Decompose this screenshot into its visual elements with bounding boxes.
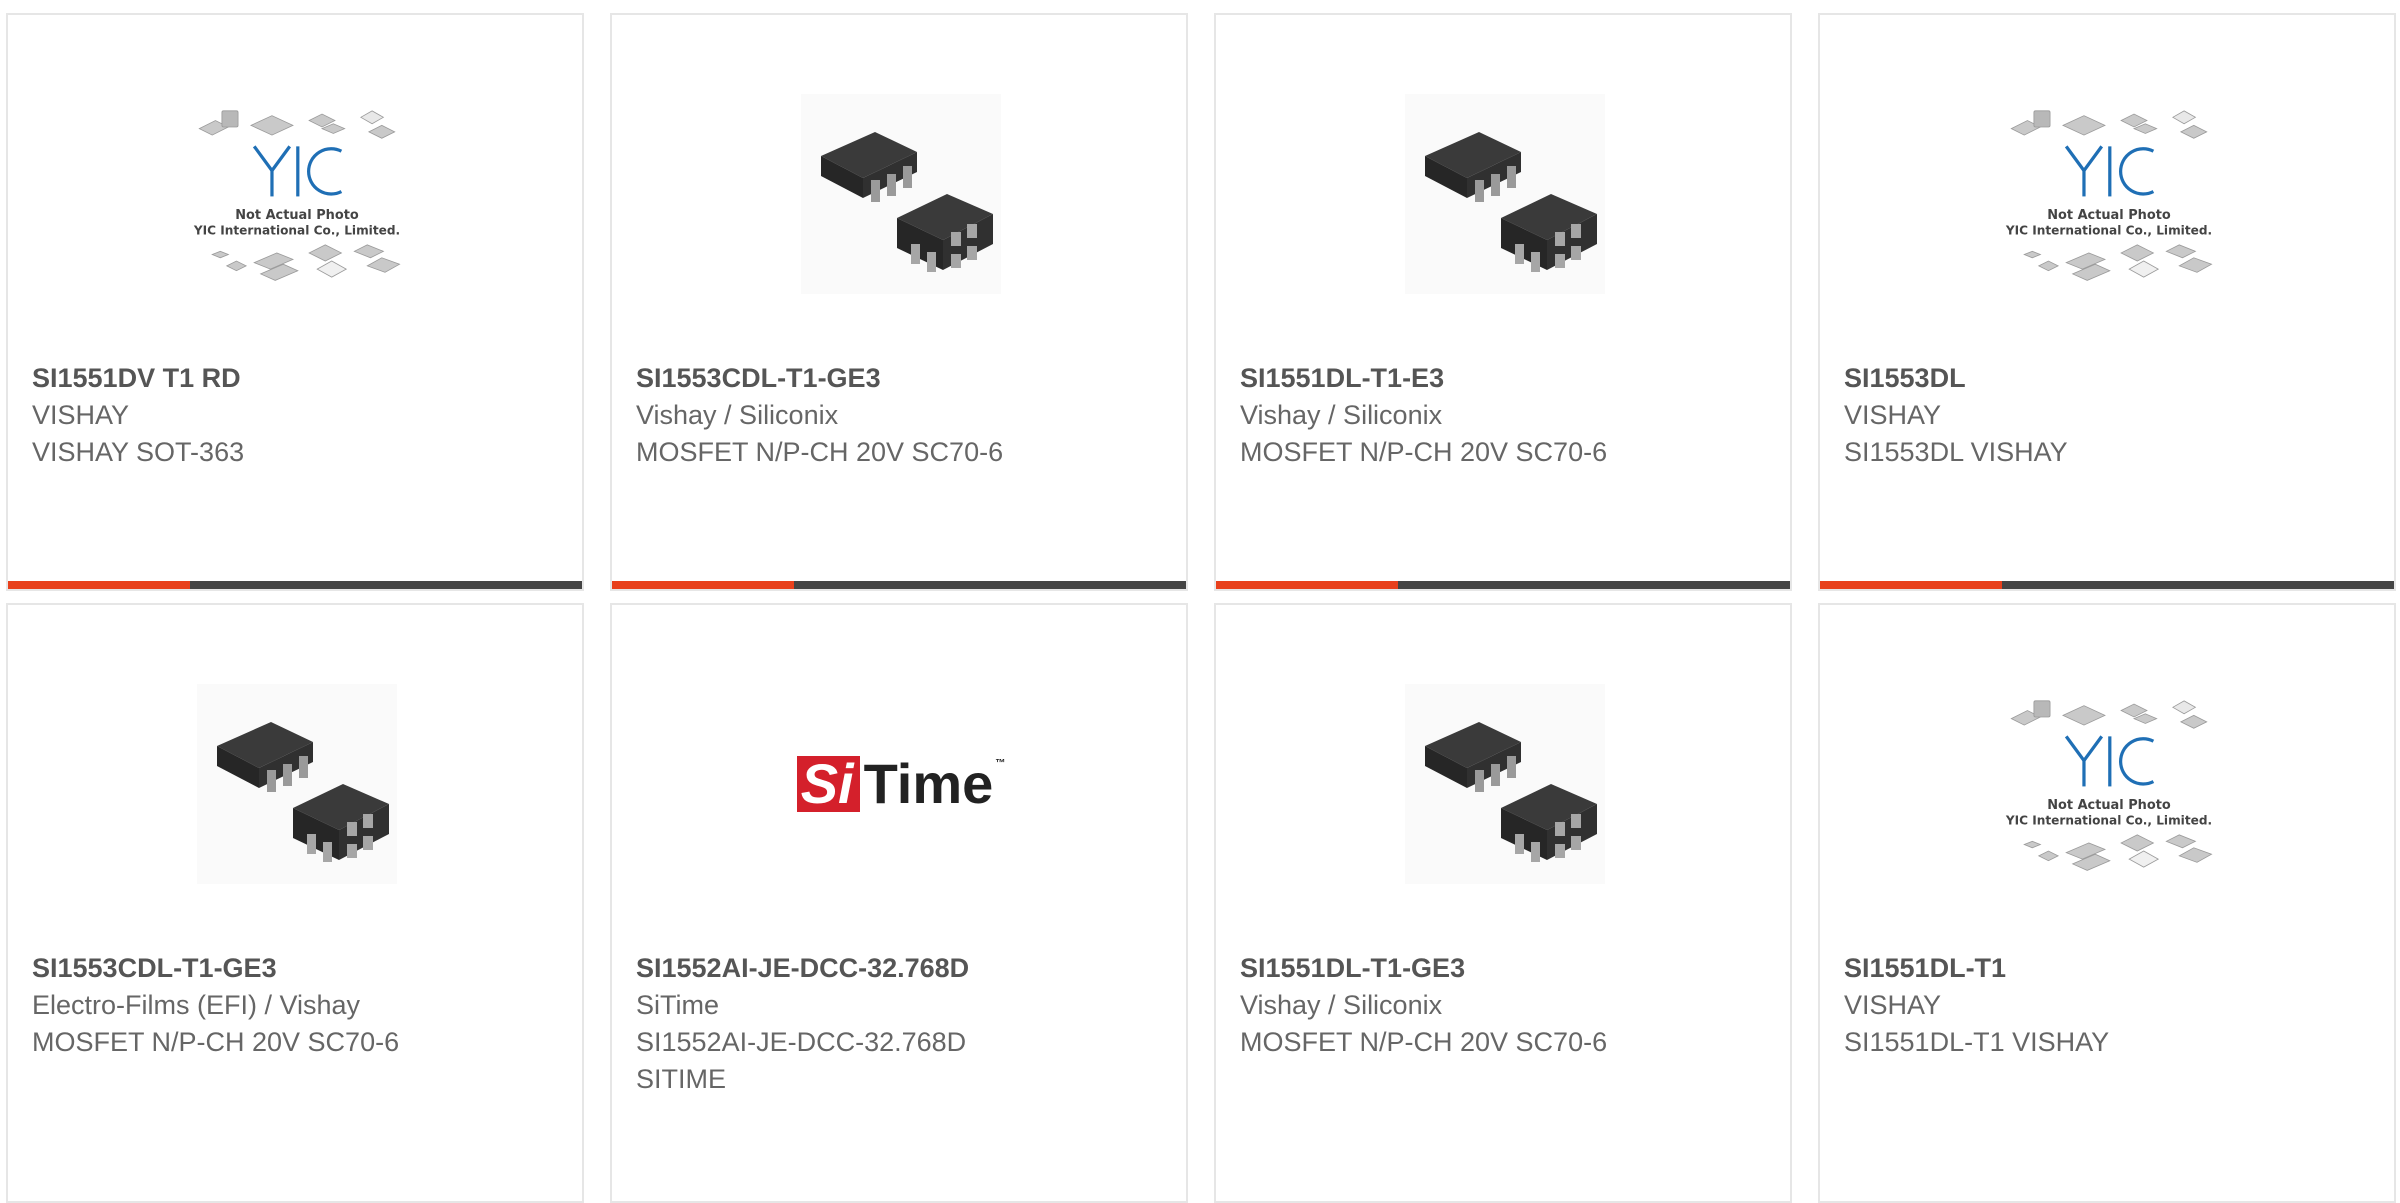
- card-bottom-bar: [1216, 581, 1790, 589]
- yic-placeholder-icon: Not Actual Photo YIC International Co., …: [2005, 110, 2213, 281]
- description-line2: SITIME: [636, 1064, 727, 1094]
- product-image: Si Time ™: [762, 675, 1040, 893]
- card-bottom-bar: [1820, 581, 2394, 589]
- sitime-logo: Si Time ™: [796, 752, 1006, 815]
- product-image: [1396, 675, 1614, 893]
- card-accent-bar: [1820, 581, 2002, 589]
- manufacturer: VISHAY: [1844, 990, 1942, 1020]
- manufacturer: Vishay / Siliconix: [1240, 400, 1443, 430]
- yic-placeholder-icon: Not Actual Photo YIC International Co., …: [2005, 700, 2213, 871]
- product-info: SI1551DL-T1-GE3 Vishay / Siliconix MOSFE…: [1240, 950, 1774, 1061]
- description: VISHAY SOT-363: [32, 437, 245, 467]
- product-image: [792, 85, 1010, 303]
- part-number[interactable]: SI1551DL-T1-E3: [1240, 360, 1774, 397]
- manufacturer: SiTime: [636, 990, 720, 1020]
- card-bottom-bar: [8, 581, 582, 589]
- sc70-chip-icon: [801, 94, 1001, 294]
- product-info: SI1552AI-JE-DCC-32.768D SiTime SI1552AI-…: [636, 950, 1170, 1098]
- product-card[interactable]: SI1551DL-T1-E3 Vishay / Siliconix MOSFET…: [1214, 13, 1792, 591]
- description: SI1552AI-JE-DCC-32.768D: [636, 1027, 967, 1057]
- manufacturer: Vishay / Siliconix: [636, 400, 839, 430]
- card-bottom-bar: [612, 581, 1186, 589]
- product-card[interactable]: SI1551DL-T1-GE3 Vishay / Siliconix MOSFE…: [1214, 603, 1792, 1203]
- card-accent-bar: [612, 581, 794, 589]
- placeholder-line1: Not Actual Photo: [2047, 798, 2171, 813]
- product-info: SI1553CDL-T1-GE3 Vishay / Siliconix MOSF…: [636, 360, 1170, 471]
- description: SI1551DL-T1 VISHAY: [1844, 1027, 2110, 1057]
- part-number[interactable]: SI1552AI-JE-DCC-32.768D: [636, 950, 1170, 987]
- product-info: SI1553CDL-T1-GE3 Electro-Films (EFI) / V…: [32, 950, 566, 1061]
- manufacturer: Vishay / Siliconix: [1240, 990, 1443, 1020]
- placeholder-line1: Not Actual Photo: [2047, 208, 2171, 223]
- product-card[interactable]: SI1553CDL-T1-GE3 Vishay / Siliconix MOSF…: [610, 13, 1188, 591]
- sc70-chip-icon: [1405, 684, 1605, 884]
- card-accent-bar: [8, 581, 190, 589]
- placeholder-line2: YIC International Co., Limited.: [2005, 813, 2212, 827]
- description: MOSFET N/P-CH 20V SC70-6: [1240, 1027, 1608, 1057]
- manufacturer: VISHAY: [1844, 400, 1942, 430]
- product-grid: Not Actual Photo YIC International Co., …: [0, 0, 2400, 1203]
- manufacturer: VISHAY: [32, 400, 130, 430]
- product-card[interactable]: Si Time ™ SI1552AI-JE-DCC-32.768D SiTime…: [610, 603, 1188, 1203]
- part-number[interactable]: SI1551DL-T1-GE3: [1240, 950, 1774, 987]
- part-number[interactable]: SI1551DL-T1: [1844, 950, 2378, 987]
- product-info: SI1553DL VISHAY SI1553DL VISHAY: [1844, 360, 2378, 471]
- placeholder-line2: YIC International Co., Limited.: [2005, 223, 2212, 237]
- description: MOSFET N/P-CH 20V SC70-6: [636, 437, 1004, 467]
- sc70-chip-icon: [1405, 94, 1605, 294]
- product-info: SI1551DL-T1 VISHAY SI1551DL-T1 VISHAY: [1844, 950, 2378, 1061]
- placeholder-line2: YIC International Co., Limited.: [193, 223, 400, 237]
- product-image: [1396, 85, 1614, 303]
- manufacturer: Electro-Films (EFI) / Vishay: [32, 990, 361, 1020]
- part-number[interactable]: SI1551DV T1 RD: [32, 360, 566, 397]
- product-info: SI1551DV T1 RD VISHAY VISHAY SOT-363: [32, 360, 566, 471]
- product-card[interactable]: Not Actual Photo YIC International Co., …: [6, 13, 584, 591]
- description: MOSFET N/P-CH 20V SC70-6: [1240, 437, 1608, 467]
- product-card[interactable]: Not Actual Photo YIC International Co., …: [1818, 603, 2396, 1203]
- part-number[interactable]: SI1553CDL-T1-GE3: [32, 950, 566, 987]
- yic-placeholder-icon: Not Actual Photo YIC International Co., …: [193, 110, 401, 281]
- part-number[interactable]: SI1553CDL-T1-GE3: [636, 360, 1170, 397]
- product-image: Not Actual Photo YIC International Co., …: [2000, 675, 2218, 893]
- sitime-logo-time: Time: [863, 752, 994, 815]
- product-card[interactable]: Not Actual Photo YIC International Co., …: [1818, 13, 2396, 591]
- placeholder-line1: Not Actual Photo: [235, 208, 359, 223]
- product-image: [188, 675, 406, 893]
- product-image: Not Actual Photo YIC International Co., …: [188, 85, 406, 303]
- sitime-logo-si: Si: [796, 756, 860, 812]
- sc70-chip-icon: [197, 684, 397, 884]
- product-image: Not Actual Photo YIC International Co., …: [2000, 85, 2218, 303]
- part-number[interactable]: SI1553DL: [1844, 360, 2378, 397]
- card-accent-bar: [1216, 581, 1398, 589]
- product-card[interactable]: SI1553CDL-T1-GE3 Electro-Films (EFI) / V…: [6, 603, 584, 1203]
- sitime-logo-tm: ™: [995, 758, 1006, 769]
- description: SI1553DL VISHAY: [1844, 437, 2068, 467]
- product-info: SI1551DL-T1-E3 Vishay / Siliconix MOSFET…: [1240, 360, 1774, 471]
- description: MOSFET N/P-CH 20V SC70-6: [32, 1027, 400, 1057]
